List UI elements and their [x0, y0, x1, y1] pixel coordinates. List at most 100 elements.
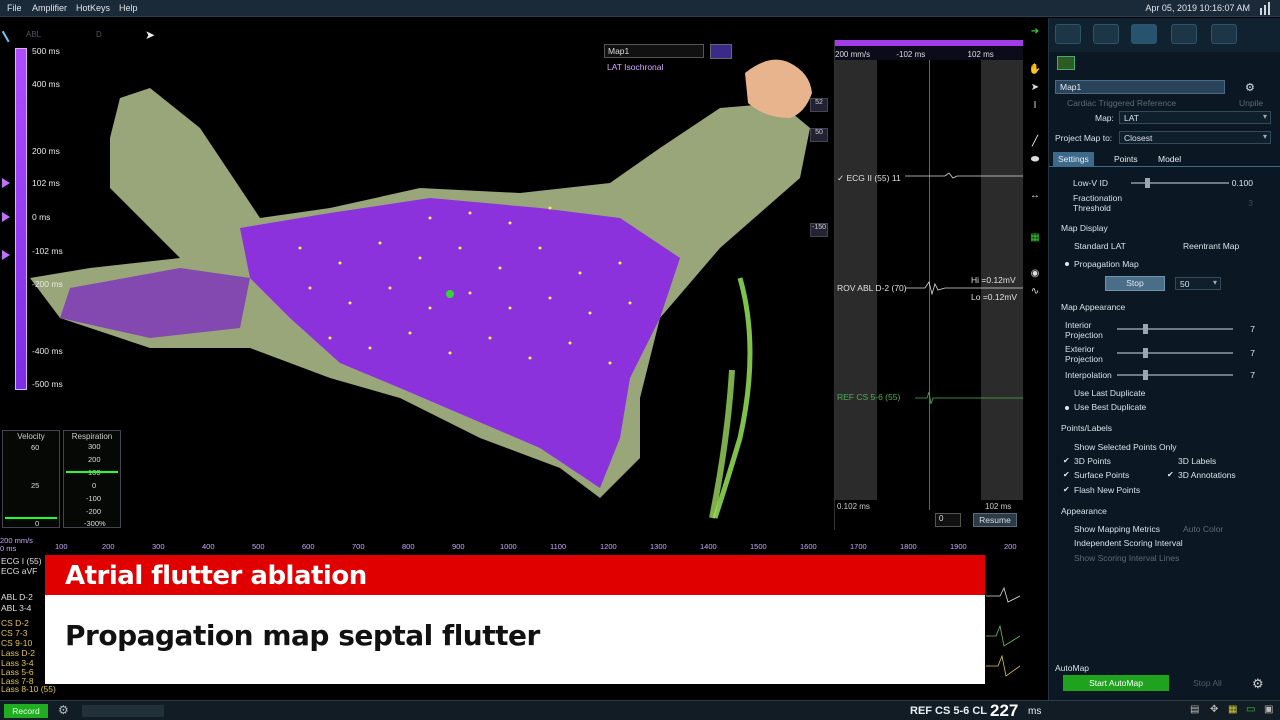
- status-gear-icon[interactable]: ⚙: [58, 703, 69, 717]
- signal-time-header[interactable]: 200 mm/s -102 ms 102 ms: [835, 40, 1023, 60]
- timeline-tick: 1400: [700, 542, 717, 551]
- text-cursor-icon[interactable]: I: [1026, 100, 1044, 116]
- timeline-channel[interactable]: ABL 3-4: [1, 603, 31, 613]
- timeline-channel[interactable]: CS 9-10: [1, 638, 32, 648]
- map-name-field[interactable]: Map1: [1055, 80, 1225, 94]
- tab-points[interactable]: Points: [1109, 152, 1143, 166]
- flash-new-points-option[interactable]: Flash New Points: [1074, 485, 1140, 495]
- menu-amplifier[interactable]: Amplifier: [32, 3, 67, 13]
- pointer-icon[interactable]: ➤: [1026, 82, 1044, 98]
- timeline-channel[interactable]: ECG aVF: [1, 566, 37, 576]
- map-selector[interactable]: Map1: [604, 44, 704, 58]
- signal-bars-icon[interactable]: [1259, 2, 1272, 15]
- start-automap-button[interactable]: Start AutoMap: [1063, 675, 1169, 691]
- menu-file[interactable]: File: [7, 3, 22, 13]
- catheter-tool-icon[interactable]: [1, 25, 19, 43]
- eye-icon[interactable]: ◉: [1026, 268, 1044, 284]
- fractionation-value[interactable]: 3: [1223, 198, 1253, 208]
- timeline-ruler[interactable]: 200 mm/s 0 ms 100 200 300 400 500 600 70…: [0, 536, 1022, 553]
- auto-color-option[interactable]: Auto Color: [1183, 524, 1223, 534]
- timeline-channel[interactable]: ABL D-2: [1, 592, 33, 602]
- automap-gear-icon[interactable]: ⚙: [1252, 676, 1266, 691]
- timeline-channel[interactable]: CS 7-3: [1, 628, 27, 638]
- timeline-channel[interactable]: ECG I (55): [1, 556, 42, 566]
- scale-value-button[interactable]: 50: [810, 128, 828, 142]
- display-icon[interactable]: ▭: [1246, 704, 1255, 715]
- grid-icon[interactable]: ▦: [1026, 232, 1044, 248]
- low-v-id-value[interactable]: 0.100: [1223, 178, 1253, 188]
- signal-offset-select[interactable]: 0: [935, 513, 961, 527]
- project-map-dropdown[interactable]: Closest: [1119, 131, 1271, 144]
- layout-icon[interactable]: ▦: [1228, 704, 1237, 715]
- respiration-panel: Respiration 300 200 100 0 -100 -200 -300…: [63, 430, 121, 528]
- draw-line-icon[interactable]: ╱: [1026, 136, 1044, 152]
- show-mapping-metrics-option[interactable]: Show Mapping Metrics: [1074, 524, 1160, 534]
- tab-settings[interactable]: Settings: [1053, 152, 1094, 166]
- interpolation-value[interactable]: 7: [1225, 370, 1255, 380]
- ellipse-icon[interactable]: ⬬: [1026, 154, 1044, 170]
- measure-icon[interactable]: ↔: [1026, 190, 1044, 206]
- waveform-icon[interactable]: ∿: [1026, 286, 1044, 302]
- propagation-map-option[interactable]: Propagation Map: [1074, 259, 1139, 269]
- show-selected-points-option[interactable]: Show Selected Points Only: [1074, 442, 1177, 452]
- arrow-right-icon[interactable]: ➜: [1026, 26, 1044, 42]
- channel-ecg-ii[interactable]: ✓ ECG II (55) 11: [837, 173, 901, 184]
- map-type-dropdown[interactable]: LAT: [1119, 111, 1271, 124]
- resume-button[interactable]: Resume: [973, 513, 1017, 527]
- hand-icon[interactable]: ✋: [1026, 64, 1044, 80]
- map-module-icon[interactable]: [1131, 24, 1157, 44]
- timeline-channel[interactable]: Lass 8-10 (55): [1, 684, 56, 694]
- ecg-ii-trace: [905, 172, 1023, 179]
- zoom-top-button[interactable]: 52: [810, 98, 828, 112]
- catheter-select[interactable]: ABL: [26, 30, 41, 39]
- report-module-icon[interactable]: [1211, 24, 1237, 44]
- lat-color-scale[interactable]: [15, 48, 27, 390]
- interior-projection-value[interactable]: 7: [1225, 324, 1255, 334]
- propagation-stop-button[interactable]: Stop: [1105, 276, 1165, 291]
- exterior-projection-slider[interactable]: [1117, 348, 1233, 358]
- stop-all-button[interactable]: Stop All: [1193, 678, 1222, 688]
- map-color-icon[interactable]: [710, 44, 732, 59]
- chat-icon[interactable]: ▤: [1190, 704, 1199, 715]
- scale-lower-marker[interactable]: [2, 250, 10, 260]
- propagation-speed-dropdown[interactable]: 50: [1175, 277, 1221, 290]
- map-tool-icon[interactable]: [1057, 56, 1075, 70]
- timeline-tick: 700: [352, 542, 365, 551]
- map-settings-gear-icon[interactable]: ⚙: [1245, 81, 1255, 94]
- electrode-select[interactable]: D: [96, 30, 102, 39]
- scale-upper-marker[interactable]: [2, 178, 10, 188]
- tab-model[interactable]: Model: [1153, 152, 1186, 166]
- timeline-channel[interactable]: Lass D-2: [1, 648, 35, 658]
- mapping-module-icon[interactable]: [1055, 24, 1081, 44]
- menu-help[interactable]: Help: [119, 3, 138, 13]
- interpolation-slider[interactable]: [1117, 370, 1233, 380]
- cardiac-triggered-ref[interactable]: Cardiac Triggered Reference: [1067, 98, 1176, 108]
- 3d-labels-option[interactable]: 3D Labels: [1178, 456, 1216, 466]
- datetime: Apr 05, 2019 10:16:07 AM: [1145, 3, 1250, 13]
- monitor-module-icon[interactable]: [1171, 24, 1197, 44]
- scale-zero-marker[interactable]: [2, 212, 10, 222]
- scale-min-button[interactable]: -150: [810, 223, 828, 237]
- move-icon[interactable]: ✥: [1210, 704, 1218, 715]
- use-last-duplicate-option[interactable]: Use Last Duplicate: [1074, 388, 1145, 398]
- menu-hotkeys[interactable]: HotKeys: [76, 3, 110, 13]
- timeline-channel[interactable]: CS D-2: [1, 618, 29, 628]
- surface-points-option[interactable]: Surface Points: [1074, 470, 1129, 480]
- channel-ref-cs[interactable]: REF CS 5-6 (55): [837, 392, 900, 402]
- map-3d-view[interactable]: ABL D ➤ 500 ms 400 ms 200 ms 102 ms 0 ms…: [0, 18, 830, 530]
- 3d-annotations-option[interactable]: 3D Annotations: [1178, 470, 1236, 480]
- standard-lat-option[interactable]: Standard LAT: [1074, 241, 1126, 251]
- low-v-id-slider[interactable]: [1131, 178, 1229, 188]
- record-button[interactable]: Record: [4, 704, 48, 718]
- 3d-points-option[interactable]: 3D Points: [1074, 456, 1111, 466]
- interior-projection-slider[interactable]: [1117, 324, 1233, 334]
- use-best-duplicate-option[interactable]: Use Best Duplicate: [1074, 402, 1146, 412]
- unpile-button[interactable]: Unpile: [1239, 98, 1263, 108]
- reentrant-map-option[interactable]: Reentrant Map: [1183, 241, 1239, 251]
- window-icon[interactable]: ▣: [1264, 704, 1273, 715]
- channel-rov-abl[interactable]: ROV ABL D-2 (70): [837, 283, 907, 293]
- show-scoring-lines-option[interactable]: Show Scoring Interval Lines: [1074, 553, 1179, 563]
- sphere-module-icon[interactable]: [1093, 24, 1119, 44]
- independent-scoring-option[interactable]: Independent Scoring Interval: [1074, 538, 1183, 548]
- exterior-projection-value[interactable]: 7: [1225, 348, 1255, 358]
